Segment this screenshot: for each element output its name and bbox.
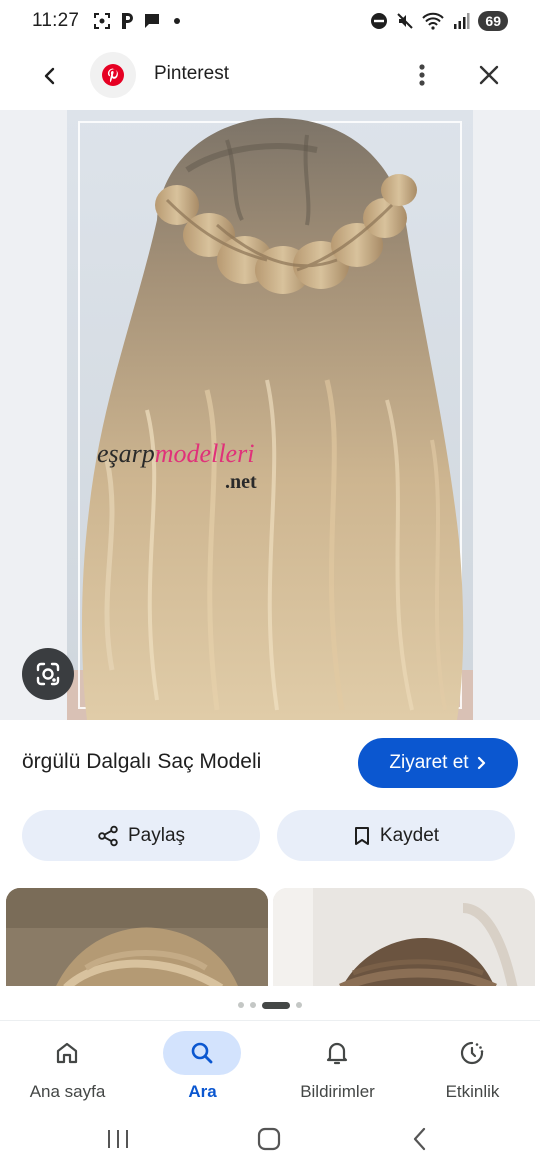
back-system-button[interactable]	[400, 1124, 440, 1154]
pinterest-logo-icon	[102, 64, 124, 86]
nav-search-label: Ara	[188, 1082, 217, 1101]
arrow-back-icon	[44, 67, 55, 85]
more-vert-icon	[419, 64, 425, 86]
watermark-domain: .net	[225, 471, 257, 493]
system-navigation-bar	[0, 1112, 540, 1170]
save-button[interactable]: Kaydet	[277, 810, 515, 861]
nav-home[interactable]: Ana sayfa	[0, 1021, 135, 1113]
main-image[interactable]: eşarpmodelleri .net	[67, 110, 473, 720]
nav-activity-label: Etkinlik	[445, 1082, 500, 1101]
visit-button[interactable]: Ziyaret et	[358, 738, 518, 788]
search-icon	[191, 1042, 213, 1064]
chevron-left-icon	[413, 1127, 426, 1151]
nav-search-pill	[163, 1031, 241, 1075]
more-options-button[interactable]	[408, 61, 436, 89]
nav-notifications-label: Bildirimler	[300, 1082, 375, 1101]
home-icon	[56, 1042, 78, 1064]
close-icon	[479, 65, 499, 85]
image-title-row: örgülü Dalgalı Saç Modeli Ziyaret et	[0, 736, 540, 792]
pager-dot-active	[262, 1001, 290, 1009]
battery-indicator: 69	[478, 11, 508, 31]
screenshot-icon	[94, 13, 111, 29]
mute-icon	[397, 13, 414, 29]
google-lens-button[interactable]	[22, 648, 74, 700]
pager-dot	[296, 1002, 302, 1008]
status-system-icons: 69	[370, 11, 508, 31]
visit-button-label: Ziyaret et	[389, 752, 469, 773]
app-notification-icon	[122, 13, 134, 29]
carousel-pager	[0, 998, 540, 1012]
chevron-right-icon	[477, 756, 485, 770]
do-not-disturb-icon	[371, 13, 388, 29]
activity-icon	[460, 1041, 484, 1065]
nav-notifications-pill	[298, 1031, 376, 1075]
related-image-1[interactable]	[6, 888, 268, 986]
back-button[interactable]	[36, 62, 64, 90]
share-icon	[98, 825, 118, 846]
hairstyle-photo: eşarpmodelleri .net	[67, 110, 473, 720]
share-button[interactable]: Paylaş	[22, 810, 260, 861]
related-thumbnail-2	[273, 888, 535, 986]
related-image-2[interactable]	[273, 888, 535, 986]
recent-apps-button[interactable]	[98, 1124, 138, 1154]
bell-icon	[326, 1042, 348, 1065]
nav-home-label: Ana sayfa	[29, 1082, 106, 1101]
image-title: örgülü Dalgalı Saç Modeli	[22, 750, 262, 773]
home-square-icon	[257, 1127, 281, 1151]
status-time: 11:27	[32, 10, 80, 31]
more-notifications-dot-icon	[174, 18, 181, 24]
source-logo[interactable]	[90, 52, 136, 98]
related-images	[0, 888, 540, 986]
signal-icon	[454, 13, 470, 29]
recent-apps-icon	[108, 1130, 128, 1148]
wifi-icon	[422, 12, 445, 30]
source-name[interactable]: Pinterest	[154, 63, 229, 85]
nav-activity-pill	[433, 1031, 511, 1075]
nav-notifications[interactable]: Bildirimler	[270, 1021, 405, 1113]
nav-activity[interactable]: Etkinlik	[405, 1021, 540, 1113]
lens-icon	[36, 662, 60, 686]
watermark-text: eşarpmodelleri	[97, 439, 254, 468]
top-app-bar: Pinterest	[0, 44, 540, 106]
save-button-label: Kaydet	[379, 824, 440, 846]
pager-dot	[250, 1002, 256, 1008]
close-button[interactable]	[475, 61, 503, 89]
share-button-label: Paylaş	[127, 824, 186, 846]
bookmark-icon	[354, 826, 369, 845]
home-system-button[interactable]	[249, 1124, 289, 1154]
nav-search[interactable]: Ara	[135, 1021, 270, 1113]
nav-home-pill	[28, 1031, 106, 1075]
chat-icon	[145, 14, 160, 28]
google-image-viewer: 11:27 69 Pinterest eşarpmodelleri .net ö…	[0, 0, 540, 1170]
bottom-navigation: Ana sayfa Ara Bildirimler Etkinlik	[0, 1020, 540, 1112]
image-viewer[interactable]: eşarpmodelleri .net	[0, 110, 540, 720]
status-bar: 11:27 69	[0, 0, 540, 42]
pager-dot	[238, 1002, 244, 1008]
status-notification-icons	[93, 12, 181, 30]
related-thumbnail-1	[6, 888, 268, 986]
